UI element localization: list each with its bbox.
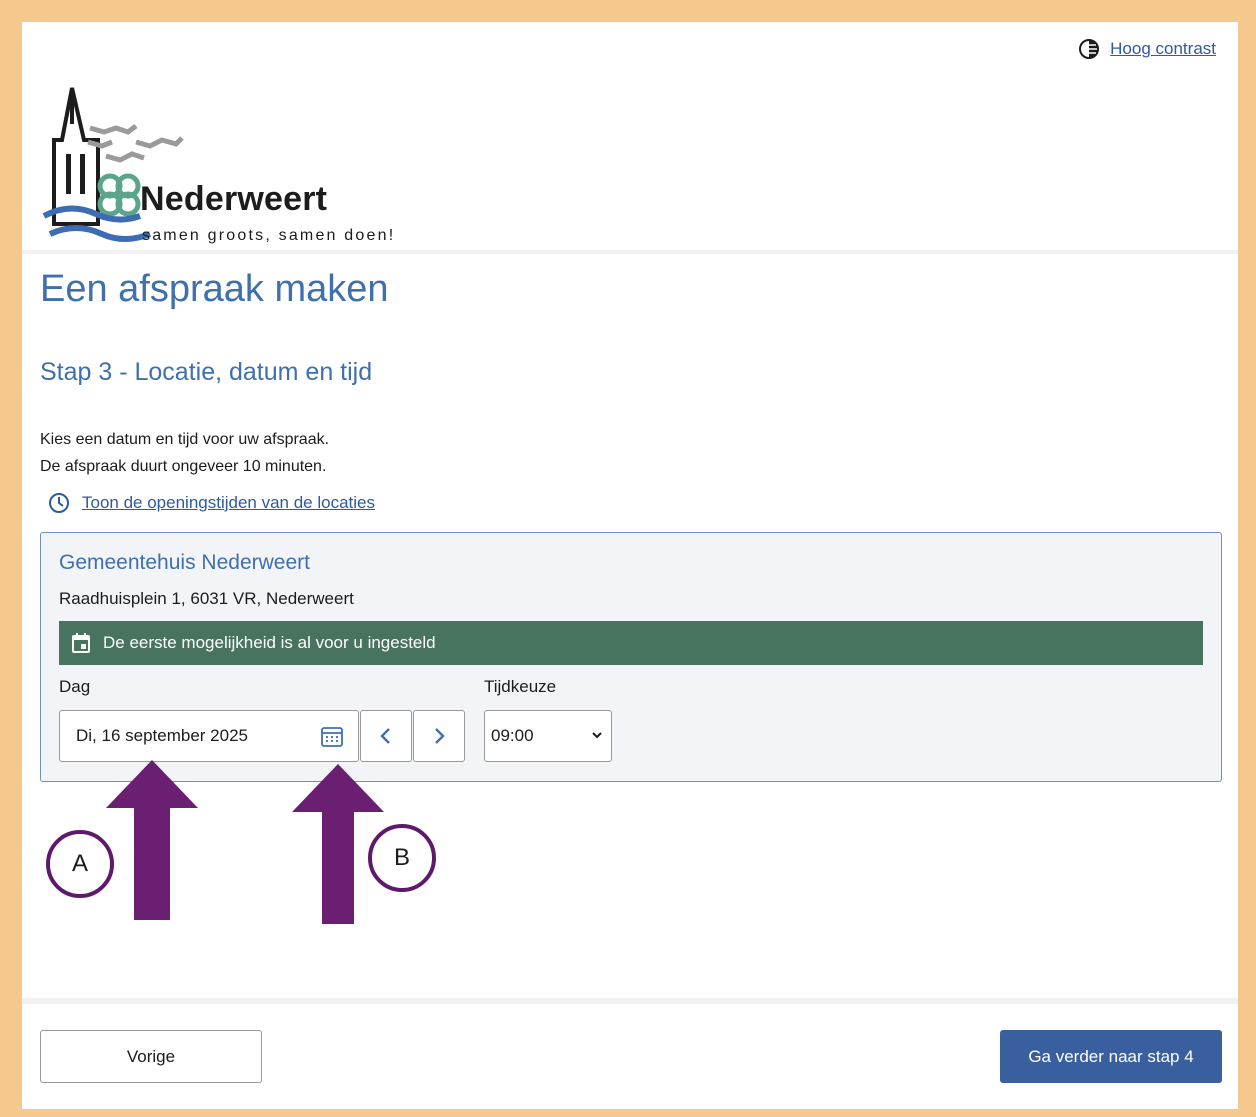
- location-card: Gemeentehuis Nederweert Raadhuisplein 1,…: [40, 532, 1222, 782]
- page: Hoog contrast Nederweert samen groots, s…: [22, 22, 1238, 1109]
- chevron-left-icon: [380, 728, 390, 744]
- opening-hours-link[interactable]: Toon de openingstijden van de locaties: [48, 492, 375, 514]
- intro-text: Kies een datum en tijd voor uw afspraak.…: [40, 426, 329, 480]
- previous-day-button[interactable]: [360, 710, 412, 762]
- intro-line-1: Kies een datum en tijd voor uw afspraak.: [40, 431, 330, 448]
- logo-name: Nederweert: [140, 180, 328, 218]
- high-contrast-link[interactable]: Hoog contrast: [1078, 38, 1216, 60]
- chevron-right-icon: [435, 728, 445, 744]
- time-select[interactable]: 09:00: [484, 710, 612, 762]
- logo-tagline: samen groots, samen doen!: [142, 227, 396, 244]
- site-header: Hoog contrast Nederweert samen groots, s…: [22, 22, 1238, 251]
- next-step-button[interactable]: Ga verder naar stap 4: [1000, 1030, 1222, 1083]
- date-value: Di, 16 september 2025: [76, 726, 248, 745]
- arrow-a: [106, 760, 198, 920]
- day-label: Dag: [59, 677, 91, 696]
- page-title: Een afspraak maken: [40, 268, 389, 310]
- calendar-icon: [72, 633, 90, 653]
- clock-icon: [49, 493, 69, 513]
- high-contrast-label: Hoog contrast: [1110, 39, 1216, 58]
- first-availability-banner: De eerste mogelijkheid is al voor u inge…: [59, 621, 1203, 665]
- annotation-label-a: A: [46, 830, 114, 898]
- time-value: 09:00: [491, 726, 534, 745]
- next-day-button[interactable]: [413, 710, 465, 762]
- step-title: Stap 3 - Locatie, datum en tijd: [40, 358, 373, 386]
- location-name: Gemeentehuis Nederweert: [59, 551, 310, 574]
- location-address: Raadhuisplein 1, 6031 VR, Nederweert: [59, 589, 354, 608]
- church-tower-icon: [42, 87, 184, 242]
- previous-button[interactable]: Vorige: [40, 1030, 262, 1083]
- date-field[interactable]: Di, 16 september 2025: [59, 710, 359, 762]
- header-divider: [22, 250, 1238, 254]
- contrast-icon: [1079, 39, 1100, 59]
- time-label: Tijdkeuze: [484, 677, 557, 696]
- intro-line-2: De afspraak duurt ongeveer 10 minuten.: [40, 458, 327, 475]
- chevron-down-icon: [592, 732, 602, 739]
- municipality-logo[interactable]: Nederweert samen groots, samen doen!: [40, 84, 420, 250]
- calendar-picker-icon[interactable]: [320, 725, 344, 749]
- footer-divider: [22, 998, 1238, 1004]
- annotation-label-b: B: [368, 824, 436, 892]
- banner-text: De eerste mogelijkheid is al voor u inge…: [103, 633, 436, 652]
- opening-hours-label: Toon de openingstijden van de locaties: [82, 493, 375, 512]
